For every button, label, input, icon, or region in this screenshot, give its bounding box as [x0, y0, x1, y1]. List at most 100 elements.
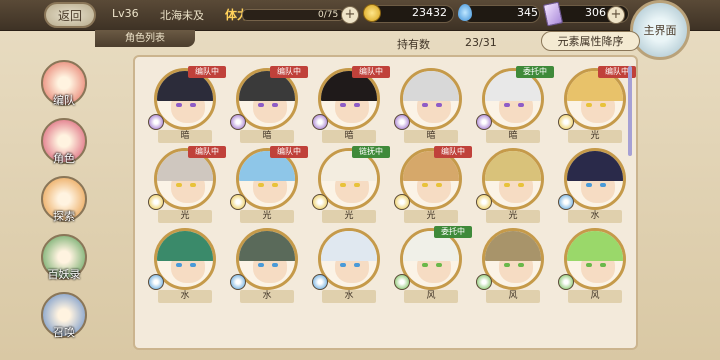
character-eye: [518, 103, 524, 107]
character-card[interactable]: 风: [474, 226, 552, 303]
character-card[interactable]: 光: [474, 146, 552, 223]
status-badge: 编队中: [270, 66, 308, 78]
character-eye: [354, 103, 360, 107]
sidebar-item-label: 编队: [53, 94, 75, 107]
character-card[interactable]: 编队中光: [392, 146, 472, 223]
character-eye: [504, 263, 510, 267]
status-badge: 链抚中: [352, 146, 390, 158]
character-eye: [176, 183, 182, 187]
gold-coin-icon: [363, 4, 381, 22]
character-card[interactable]: 编队中光: [556, 66, 636, 143]
status-badge: 编队中: [188, 146, 226, 158]
character-eye: [600, 263, 606, 267]
character-card[interactable]: 水: [310, 226, 388, 303]
element-badge-icon: [312, 114, 328, 130]
character-eye: [422, 183, 428, 187]
character-eye: [272, 103, 278, 107]
element-label: 暗: [486, 130, 540, 143]
character-card[interactable]: 编队中暗: [310, 66, 390, 143]
character-eye: [518, 263, 524, 267]
character-eye: [176, 263, 182, 267]
element-label: 水: [240, 290, 294, 303]
character-card[interactable]: 水: [228, 226, 306, 303]
character-eye: [504, 183, 510, 187]
character-eye: [436, 263, 442, 267]
element-label: 光: [404, 210, 458, 223]
character-card[interactable]: 水: [146, 226, 224, 303]
sidebar-item-label: 百妖录: [47, 268, 81, 281]
sidebar-item-label: 探索: [53, 210, 75, 223]
add-stamina-button[interactable]: +: [341, 6, 359, 24]
character-card[interactable]: 委托中暗: [474, 66, 554, 143]
element-badge-icon: [148, 274, 164, 290]
element-badge-icon: [476, 114, 492, 130]
add-card-button[interactable]: +: [607, 6, 625, 24]
element-badge-icon: [148, 194, 164, 210]
sidebar-item-label: 召唤: [53, 326, 75, 339]
character-eye: [340, 183, 346, 187]
status-badge: 编队中: [270, 146, 308, 158]
owned-label: 持有数: [397, 38, 430, 51]
character-eye: [340, 263, 346, 267]
character-hair: [567, 231, 623, 261]
status-badge: 编队中: [434, 146, 472, 158]
tab-character-list[interactable]: 角色列表: [95, 30, 195, 47]
main-menu-button[interactable]: 主界面: [630, 0, 690, 60]
element-label: 水: [158, 290, 212, 303]
character-eye: [504, 103, 510, 107]
character-card[interactable]: 编队中暗: [146, 66, 226, 143]
sidebar: 编队角色探索百妖录召唤: [37, 50, 97, 355]
element-badge-icon: [558, 114, 574, 130]
gem-drop-icon: [458, 4, 472, 21]
element-label: 暗: [240, 130, 294, 143]
character-hair: [567, 151, 623, 181]
character-hair: [485, 151, 541, 181]
character-eye: [586, 263, 592, 267]
character-eye: [422, 263, 428, 267]
character-eye: [586, 103, 592, 107]
sort-button[interactable]: 元素属性降序: [541, 31, 640, 51]
back-button[interactable]: 返回: [44, 2, 96, 28]
element-label: 暗: [158, 130, 212, 143]
scrollbar[interactable]: [628, 66, 632, 156]
character-card[interactable]: 编队中暗: [228, 66, 308, 143]
character-hair: [321, 231, 377, 261]
character-card[interactable]: 编队中光: [146, 146, 226, 223]
element-badge-icon: [312, 274, 328, 290]
element-badge-icon: [476, 194, 492, 210]
character-eye: [190, 183, 196, 187]
element-badge-icon: [394, 114, 410, 130]
owned-count: 23/31: [465, 36, 497, 49]
character-card[interactable]: 链抚中光: [310, 146, 390, 223]
character-eye: [176, 103, 182, 107]
player-level: Lv36: [112, 7, 139, 20]
element-label: 风: [404, 290, 458, 303]
character-eye: [258, 103, 264, 107]
status-badge: 编队中: [352, 66, 390, 78]
character-hair: [403, 71, 459, 101]
character-card[interactable]: 水: [556, 146, 634, 223]
element-badge-icon: [312, 194, 328, 210]
character-eye: [190, 103, 196, 107]
character-hair: [239, 231, 295, 261]
element-label: 风: [486, 290, 540, 303]
character-eye: [436, 103, 442, 107]
character-card[interactable]: 委托中风: [392, 226, 472, 303]
character-eye: [436, 183, 442, 187]
gem-value: 345: [517, 6, 538, 19]
character-eye: [600, 183, 606, 187]
character-card[interactable]: 编队中光: [228, 146, 308, 223]
status-badge: 委托中: [516, 66, 554, 78]
character-eye: [600, 103, 606, 107]
character-card[interactable]: 风: [556, 226, 634, 303]
character-card[interactable]: 暗: [392, 66, 470, 143]
element-badge-icon: [394, 194, 410, 210]
element-label: 光: [322, 210, 376, 223]
gold-value: 23432: [412, 6, 447, 19]
character-hair: [157, 231, 213, 261]
sidebar-item-label: 角色: [53, 152, 75, 165]
element-label: 暗: [404, 130, 458, 143]
status-badge: 编队中: [188, 66, 226, 78]
character-eye: [586, 183, 592, 187]
element-badge-icon: [558, 194, 574, 210]
